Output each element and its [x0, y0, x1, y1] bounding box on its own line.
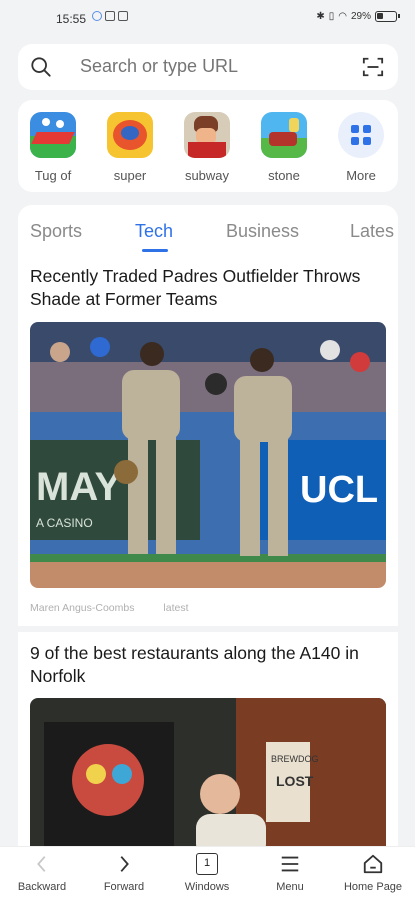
shortcut-more[interactable]: More — [329, 112, 393, 183]
status-time: 15:55 — [56, 12, 87, 26]
article-image[interactable]: MAY A CASINO UCL — [30, 322, 386, 588]
status-bar: 15:55 ✱ ▯ ◠ 29% — [0, 0, 415, 38]
tug-of-war-app-icon — [30, 112, 76, 158]
apps-icon — [118, 11, 128, 21]
search-icon — [31, 57, 51, 77]
nav-label: Menu — [276, 881, 304, 893]
svg-text:MAY: MAY — [36, 465, 122, 509]
status-system-icons: ✱ ▯ ◠ 29% — [316, 11, 400, 22]
svg-text:UCL: UCL — [300, 469, 378, 511]
wifi-icon: ◠ — [338, 11, 347, 22]
svg-text:BREWDOG: BREWDOG — [271, 754, 319, 764]
nav-label: Home Page — [343, 881, 403, 893]
chevron-right-icon — [120, 856, 129, 872]
article-author: Maren Angus-Coombs — [30, 602, 135, 614]
article-meta: Maren Angus-Coombs latest — [30, 602, 215, 614]
shortcut-label: Tug of — [34, 168, 72, 183]
windows-count-icon: 1 — [196, 853, 218, 875]
tab-tech[interactable]: Tech — [135, 221, 173, 242]
battery-percent: 29% — [350, 11, 371, 22]
shortcut-label: stone — [268, 168, 300, 183]
windows-count: 1 — [203, 857, 211, 869]
vibrate-icon: ▯ — [328, 11, 335, 22]
shortcut-super[interactable]: super — [98, 112, 162, 183]
article-image[interactable]: BREWDOG LOST — [30, 698, 386, 858]
nav-label: Windows — [184, 881, 230, 893]
bluetooth-icon: ✱ — [316, 11, 325, 22]
svg-text:LOST: LOST — [276, 773, 314, 789]
image-icon — [105, 11, 115, 21]
article-divider — [18, 626, 398, 632]
svg-text:A CASINO: A CASINO — [36, 516, 93, 530]
shortcuts-panel: Tug of super subway stone More — [18, 100, 398, 192]
battery-icon — [375, 11, 400, 22]
shortcut-label: super — [113, 168, 147, 183]
shortcut-stone[interactable]: stone — [252, 112, 316, 183]
tab-latest[interactable]: Lates — [350, 221, 394, 242]
home-page-button[interactable]: Home Page — [338, 853, 408, 893]
shortcut-tug-of[interactable]: Tug of — [21, 112, 85, 183]
nav-label: Forward — [103, 881, 145, 893]
hamburger-menu-icon — [281, 856, 299, 872]
baseball-players-photo: MAY A CASINO UCL — [30, 322, 386, 588]
shortcut-label: More — [346, 168, 376, 183]
scan-icon[interactable] — [362, 56, 384, 78]
tab-business[interactable]: Business — [226, 221, 299, 242]
article-tag: latest — [163, 602, 189, 614]
article-title[interactable]: 9 of the best restaurants along the A140… — [30, 642, 386, 688]
subway-surfers-app-icon — [184, 112, 230, 158]
article-title[interactable]: Recently Traded Padres Outfielder Throws… — [30, 265, 386, 311]
super-app-icon — [107, 112, 153, 158]
shortcut-subway[interactable]: subway — [175, 112, 239, 183]
status-notification-icons — [92, 11, 128, 21]
active-tab-indicator — [142, 249, 168, 252]
forward-button[interactable]: Forward — [89, 853, 159, 893]
news-feed: Sports Tech Business Lates Recently Trad… — [18, 205, 398, 900]
nav-label: Backward — [17, 881, 67, 893]
home-icon — [363, 854, 383, 874]
bottom-navigation: Backward Forward 1 Windows Menu Home Pag… — [0, 846, 415, 900]
search-bar[interactable] — [18, 44, 398, 90]
grid-icon — [338, 112, 384, 158]
feed-tabs: Sports Tech Business Lates — [18, 205, 398, 261]
search-input[interactable] — [80, 56, 360, 77]
tab-sports[interactable]: Sports — [30, 221, 82, 242]
shortcut-label: subway — [184, 168, 230, 183]
restaurant-photo: BREWDOG LOST — [30, 698, 386, 858]
menu-button[interactable]: Menu — [255, 853, 325, 893]
windows-button[interactable]: 1 Windows — [172, 853, 242, 893]
cloud-icon — [92, 11, 102, 21]
chevron-left-icon — [37, 856, 46, 872]
stone-app-icon — [261, 112, 307, 158]
backward-button[interactable]: Backward — [7, 853, 77, 893]
